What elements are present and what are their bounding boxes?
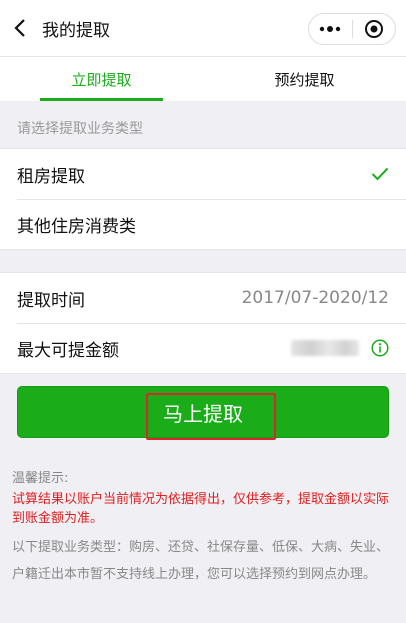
business-type-list: 租房提取 其他住房消费类 xyxy=(0,148,406,250)
page-title: 我的提取 xyxy=(42,20,110,41)
tips-note: 以下提取业务类型：购房、还贷、社保存量、低保、大病、失业、户籍迁出本市暂不支持线… xyxy=(12,540,390,582)
option-label: 租房提取 xyxy=(17,166,85,187)
tab-appointment-withdrawal[interactable]: 预约提取 xyxy=(203,57,406,101)
tab-immediate-withdrawal[interactable]: 立即提取 xyxy=(0,57,203,101)
checkmark-icon xyxy=(371,167,389,181)
navigation-bar: 我的提取 xyxy=(0,0,406,56)
option-other-housing-consumption[interactable]: 其他住房消费类 xyxy=(0,199,406,249)
tips-warning: 试算结果以账户当前情况为依据得出，仅供参考，提取金额以实际到账金额为准。 xyxy=(12,492,390,526)
chevron-left-icon xyxy=(14,19,25,37)
target-close-icon xyxy=(364,20,383,38)
withdrawal-time-label: 提取时间 xyxy=(17,290,85,311)
more-button[interactable] xyxy=(309,14,352,44)
option-label: 其他住房消费类 xyxy=(17,216,136,237)
business-type-hint: 请选择提取业务类型 xyxy=(17,121,143,137)
withdrawal-time-value: 2017/07-2020/12 xyxy=(241,288,389,308)
max-amount-label: 最大可提金额 xyxy=(17,340,119,361)
max-amount-value-redacted xyxy=(291,340,359,356)
close-miniprogram-button[interactable] xyxy=(353,14,396,44)
info-icon[interactable] xyxy=(371,339,389,362)
tab-bar: 立即提取 预约提取 xyxy=(0,56,406,101)
back-button[interactable] xyxy=(0,0,40,56)
withdrawal-time-row: 提取时间 2017/07-2020/12 xyxy=(0,273,406,323)
withdraw-now-button[interactable]: 马上提取 xyxy=(17,386,389,438)
more-dots-icon xyxy=(320,26,341,32)
tips-title: 温馨提示: xyxy=(12,471,69,486)
capsule-menu xyxy=(308,13,396,45)
withdrawal-details: 提取时间 2017/07-2020/12 最大可提金额 xyxy=(0,272,406,374)
tips-section: 温馨提示: 试算结果以账户当前情况为依据得出，仅供参考，提取金额以实际到账金额为… xyxy=(12,470,398,588)
option-rent-withdrawal[interactable]: 租房提取 xyxy=(0,149,406,199)
max-amount-row: 最大可提金额 xyxy=(0,323,406,373)
